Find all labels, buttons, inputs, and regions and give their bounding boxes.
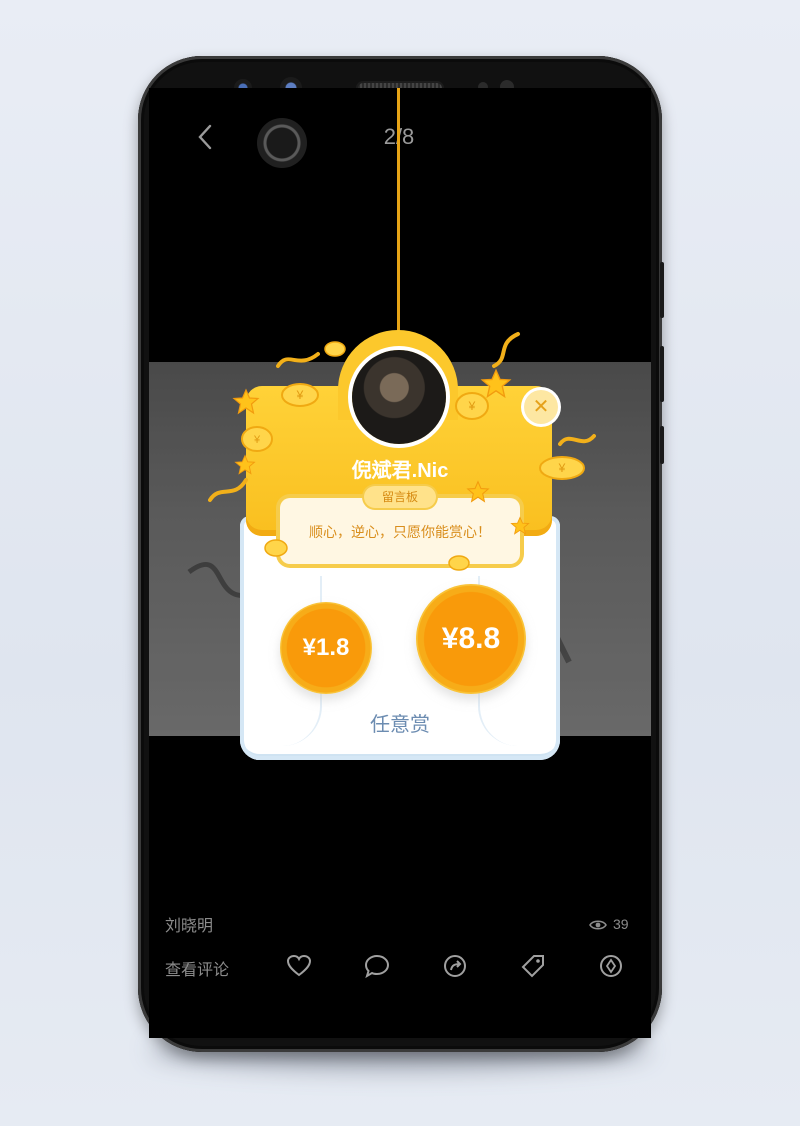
back-arrow-icon[interactable] <box>191 122 221 152</box>
star-decoration-icon <box>480 368 512 399</box>
view-count: 39 <box>589 916 629 932</box>
coin-decoration-icon: ¥ <box>539 456 585 480</box>
side-button <box>660 262 664 318</box>
svg-text:¥: ¥ <box>468 399 476 413</box>
side-button <box>660 426 664 464</box>
coin-decoration-icon: ¥ <box>281 383 319 407</box>
tag-icon[interactable] <box>519 952 547 980</box>
star-decoration-icon <box>234 454 256 475</box>
reward-card: ✕ 倪斌君.Nic 顺心，逆心，只愿你能赏心！ 留言板 ¥1.8 ¥8.8 任意… <box>208 330 596 760</box>
close-icon[interactable]: ✕ <box>524 390 558 424</box>
ribbon-decoration-icon <box>276 352 320 368</box>
diamond-icon[interactable] <box>597 952 625 980</box>
svg-text:¥: ¥ <box>296 388 304 402</box>
message-label: 留言板 <box>364 486 436 508</box>
side-button <box>660 346 664 402</box>
action-bar <box>285 952 635 980</box>
svg-text:¥: ¥ <box>558 461 566 475</box>
top-bar: 2/8 <box>149 88 651 188</box>
reward-amount-big-button[interactable]: ¥8.8 <box>416 584 526 694</box>
view-comments-link[interactable]: 查看评论 <box>165 956 229 980</box>
message-text: 顺心，逆心，只愿你能赏心！ <box>309 524 491 540</box>
ribbon-decoration-icon <box>208 478 248 502</box>
svg-text:¥: ¥ <box>253 434 261 446</box>
star-decoration-icon <box>466 480 490 503</box>
eye-icon <box>589 920 607 930</box>
ribbon-decoration-icon <box>492 332 520 368</box>
coin-decoration-icon <box>264 539 288 557</box>
any-amount-button[interactable]: 任意赏 <box>240 708 560 737</box>
coin-decoration-icon <box>448 555 470 571</box>
reward-amount-small-button[interactable]: ¥1.8 <box>280 602 372 694</box>
heart-icon[interactable] <box>285 952 313 980</box>
share-icon[interactable] <box>441 952 469 980</box>
hanging-string <box>397 88 400 338</box>
front-camera-icon <box>257 118 307 168</box>
author-name: 倪斌君.Nic <box>351 460 449 482</box>
username[interactable]: 刘晓明 <box>165 912 213 936</box>
view-count-value: 39 <box>613 916 629 932</box>
star-decoration-icon <box>510 516 530 535</box>
star-decoration-icon <box>232 388 260 415</box>
ribbon-decoration-icon <box>558 434 596 446</box>
avatar[interactable] <box>352 350 446 444</box>
coin-decoration-icon <box>324 341 346 357</box>
coin-decoration-icon: ¥ <box>241 426 273 452</box>
comment-icon[interactable] <box>363 952 391 980</box>
